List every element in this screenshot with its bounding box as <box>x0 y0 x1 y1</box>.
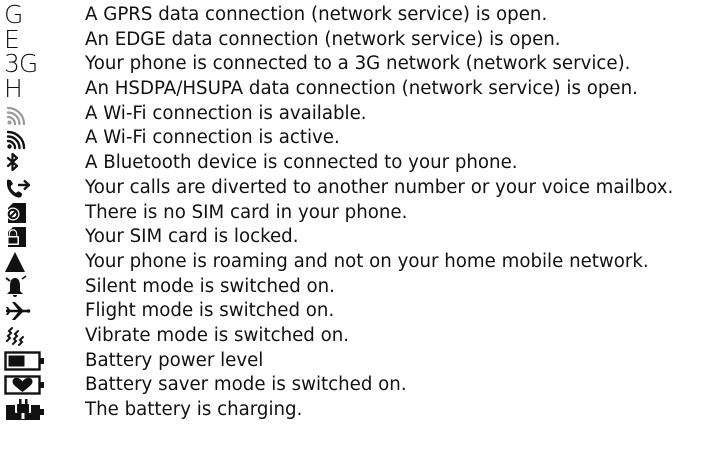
legend-text: A Wi-Fi connection is active. <box>85 127 340 149</box>
call-divert-icon <box>4 176 48 200</box>
legend-text: An HSDPA/HSUPA data connection (network … <box>85 78 638 100</box>
legend-row-gprs: G A GPRS data connection (network servic… <box>0 0 701 29</box>
legend-text: There is no SIM card in your phone. <box>85 201 408 223</box>
legend-text: Vibrate mode is switched on. <box>85 324 350 346</box>
no-sim-icon <box>4 201 48 225</box>
legend-row-flight: Flight mode is switched on. <box>0 299 701 324</box>
roaming-icon <box>4 250 48 274</box>
edge-icon: E <box>4 24 20 54</box>
legend-row-battery-charging: The battery is charging. <box>0 398 701 423</box>
legend-text: Battery saver mode is switched on. <box>85 374 407 396</box>
legend-row-battery-saver: Battery saver mode is switched on. <box>0 373 701 398</box>
legend-text: Your SIM card is locked. <box>85 226 299 248</box>
sim-locked-icon <box>4 225 48 249</box>
legend-text: A Wi-Fi connection is available. <box>85 102 367 124</box>
legend-text: Your phone is roaming and not on your ho… <box>85 250 649 272</box>
status-icon-legend: G A GPRS data connection (network servic… <box>0 0 701 423</box>
legend-text: Silent mode is switched on. <box>85 275 335 297</box>
legend-row-sim-locked: Your SIM card is locked. <box>0 225 701 250</box>
legend-row-3g: 3G Your phone is connected to a 3G netwo… <box>0 49 701 79</box>
legend-row-silent: Silent mode is switched on. <box>0 274 701 300</box>
legend-text: Your phone is connected to a 3G network … <box>85 53 631 75</box>
legend-row-no-sim: There is no SIM card in your phone. <box>0 201 701 226</box>
wifi-available-icon <box>4 102 48 126</box>
gprs-icon: G <box>4 0 23 29</box>
silent-mode-icon <box>4 274 48 299</box>
legend-row-call-divert: Your calls are diverted to another numbe… <box>0 176 701 201</box>
legend-row-battery-level: Battery power level <box>0 349 701 374</box>
legend-row-wifi-active: A Wi-Fi connection is active. <box>0 126 701 151</box>
legend-text: A Bluetooth device is connected to your … <box>85 152 518 174</box>
battery-saver-icon <box>4 373 48 397</box>
legend-text: Flight mode is switched on. <box>85 300 335 322</box>
legend-row-vibrate: Vibrate mode is switched on. <box>0 324 701 349</box>
legend-text: The battery is charging. <box>85 399 303 420</box>
legend-row-roaming: Your phone is roaming and not on your ho… <box>0 250 701 275</box>
legend-text: Battery power level <box>85 349 264 371</box>
legend-row-bluetooth: A Bluetooth device is connected to your … <box>0 151 701 176</box>
wifi-active-icon <box>4 126 48 150</box>
bluetooth-icon <box>4 151 48 175</box>
legend-text: An EDGE data connection (network service… <box>85 28 561 50</box>
legend-row-wifi-available: A Wi-Fi connection is available. <box>0 102 701 127</box>
legend-row-edge: E An EDGE data connection (network servi… <box>0 24 701 54</box>
legend-text: A GPRS data connection (network service)… <box>85 4 548 25</box>
legend-row-hsdpa: H An HSDPA/HSUPA data connection (networ… <box>0 74 701 104</box>
battery-charging-icon <box>4 398 48 422</box>
hsdpa-icon: H <box>4 74 23 104</box>
flight-mode-icon <box>4 299 48 323</box>
legend-text: Your calls are diverted to another numbe… <box>85 176 674 198</box>
battery-level-icon <box>4 349 48 373</box>
3g-icon: 3G <box>4 49 38 79</box>
vibrate-icon <box>4 324 48 348</box>
